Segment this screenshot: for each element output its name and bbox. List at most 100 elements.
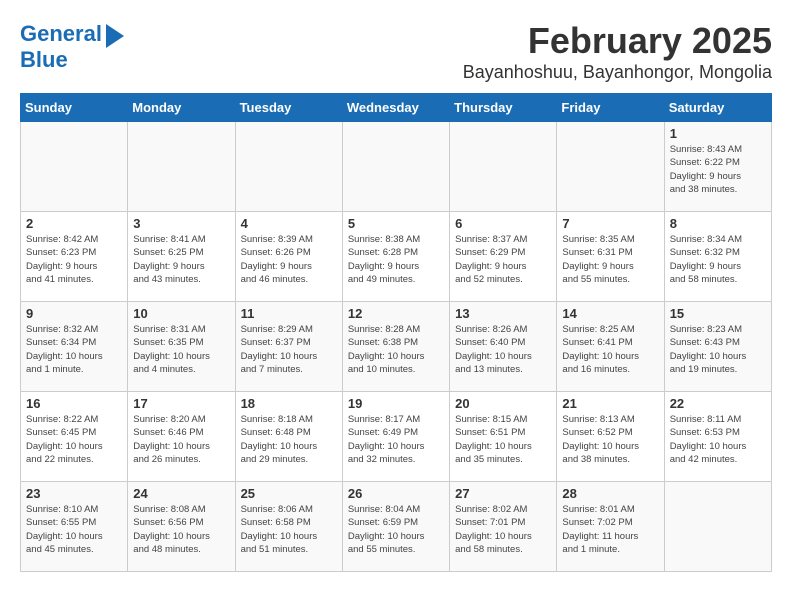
- day-number: 13: [455, 306, 551, 321]
- day-number: 21: [562, 396, 658, 411]
- day-number: 24: [133, 486, 229, 501]
- day-number: 20: [455, 396, 551, 411]
- calendar-cell: 9Sunrise: 8:32 AM Sunset: 6:34 PM Daylig…: [21, 302, 128, 392]
- weekday-header-wednesday: Wednesday: [342, 94, 449, 122]
- day-number: 25: [241, 486, 337, 501]
- location-title: Bayanhoshuu, Bayanhongor, Mongolia: [463, 62, 772, 83]
- day-number: 11: [241, 306, 337, 321]
- calendar-cell: 26Sunrise: 8:04 AM Sunset: 6:59 PM Dayli…: [342, 482, 449, 572]
- day-info: Sunrise: 8:31 AM Sunset: 6:35 PM Dayligh…: [133, 323, 229, 376]
- weekday-header-sunday: Sunday: [21, 94, 128, 122]
- calendar-cell: 13 Sunrise: 8:26 AM Sunset: 6:40 PM Dayli…: [450, 302, 557, 392]
- calendar-cell: 7 Sunrise: 8:35 AM Sunset: 6:31 PM Daylig…: [557, 212, 664, 302]
- day-number: 17: [133, 396, 229, 411]
- weekday-header-saturday: Saturday: [664, 94, 771, 122]
- calendar-cell: 27 Sunrise: 8:02 AM Sunset: 7:01 PM Dayli…: [450, 482, 557, 572]
- logo: General Blue: [20, 20, 124, 72]
- calendar-cell: 14 Sunrise: 8:25 AM Sunset: 6:41 PM Dayli…: [557, 302, 664, 392]
- day-number: 22: [670, 396, 766, 411]
- day-info: Sunrise: 8:34 AM Sunset: 6:32 PM Dayligh…: [670, 233, 766, 286]
- month-title: February 2025: [463, 20, 772, 62]
- day-info: Sunrise: 8:28 AM Sunset: 6:38 PM Dayligh…: [348, 323, 444, 376]
- calendar-week-4: 16 Sunrise: 8:22 AM Sunset: 6:45 PM Dayli…: [21, 392, 772, 482]
- day-number: 8: [670, 216, 766, 231]
- logo-arrow-icon: [106, 24, 124, 48]
- day-info: Sunrise: 8:41 AM Sunset: 6:25 PM Dayligh…: [133, 233, 229, 286]
- calendar-cell: 19 Sunrise: 8:17 AM Sunset: 6:49 PM Dayli…: [342, 392, 449, 482]
- weekday-header-thursday: Thursday: [450, 94, 557, 122]
- day-info: Sunrise: 8:38 AM Sunset: 6:28 PM Dayligh…: [348, 233, 444, 286]
- calendar-cell: [235, 122, 342, 212]
- calendar-cell: [450, 122, 557, 212]
- day-info: Sunrise: 8:08 AM Sunset: 6:56 PM Dayligh…: [133, 503, 229, 556]
- calendar-cell: 4Sunrise: 8:39 AM Sunset: 6:26 PM Daylig…: [235, 212, 342, 302]
- calendar-week-2: 2 Sunrise: 8:42 AM Sunset: 6:23 PM Daylig…: [21, 212, 772, 302]
- calendar-cell: [664, 482, 771, 572]
- day-number: 26: [348, 486, 444, 501]
- calendar-cell: [557, 122, 664, 212]
- logo-blue: Blue: [20, 48, 68, 72]
- day-info: Sunrise: 8:10 AM Sunset: 6:55 PM Dayligh…: [26, 503, 122, 556]
- day-number: 15: [670, 306, 766, 321]
- calendar-cell: 3 Sunrise: 8:41 AM Sunset: 6:25 PM Daylig…: [128, 212, 235, 302]
- calendar-cell: 16 Sunrise: 8:22 AM Sunset: 6:45 PM Dayli…: [21, 392, 128, 482]
- day-number: 2: [26, 216, 122, 231]
- day-number: 27: [455, 486, 551, 501]
- day-info: Sunrise: 8:20 AM Sunset: 6:46 PM Dayligh…: [133, 413, 229, 466]
- calendar-cell: [342, 122, 449, 212]
- day-info: Sunrise: 8:02 AM Sunset: 7:01 PM Dayligh…: [455, 503, 551, 556]
- page-header: General Blue February 2025 Bayanhoshuu, …: [20, 20, 772, 83]
- day-number: 1: [670, 126, 766, 141]
- day-number: 6: [455, 216, 551, 231]
- day-number: 9: [26, 306, 122, 321]
- day-number: 19: [348, 396, 444, 411]
- calendar-cell: [21, 122, 128, 212]
- day-info: Sunrise: 8:18 AM Sunset: 6:48 PM Dayligh…: [241, 413, 337, 466]
- calendar-cell: 28Sunrise: 8:01 AM Sunset: 7:02 PM Dayli…: [557, 482, 664, 572]
- calendar-header: SundayMondayTuesdayWednesdayThursdayFrid…: [21, 94, 772, 122]
- day-info: Sunrise: 8:39 AM Sunset: 6:26 PM Dayligh…: [241, 233, 337, 286]
- calendar-week-5: 23 Sunrise: 8:10 AM Sunset: 6:55 PM Dayli…: [21, 482, 772, 572]
- calendar-cell: 8 Sunrise: 8:34 AM Sunset: 6:32 PM Daylig…: [664, 212, 771, 302]
- day-info: Sunrise: 8:42 AM Sunset: 6:23 PM Dayligh…: [26, 233, 122, 286]
- calendar-cell: 25 Sunrise: 8:06 AM Sunset: 6:58 PM Dayli…: [235, 482, 342, 572]
- day-info: Sunrise: 8:17 AM Sunset: 6:49 PM Dayligh…: [348, 413, 444, 466]
- day-info: Sunrise: 8:11 AM Sunset: 6:53 PM Dayligh…: [670, 413, 766, 466]
- calendar-cell: [128, 122, 235, 212]
- day-number: 14: [562, 306, 658, 321]
- weekday-header-tuesday: Tuesday: [235, 94, 342, 122]
- day-info: Sunrise: 8:26 AM Sunset: 6:40 PM Dayligh…: [455, 323, 551, 376]
- calendar-week-3: 9Sunrise: 8:32 AM Sunset: 6:34 PM Daylig…: [21, 302, 772, 392]
- day-number: 5: [348, 216, 444, 231]
- weekday-header-friday: Friday: [557, 94, 664, 122]
- day-info: Sunrise: 8:25 AM Sunset: 6:41 PM Dayligh…: [562, 323, 658, 376]
- day-info: Sunrise: 8:43 AM Sunset: 6:22 PM Dayligh…: [670, 143, 766, 196]
- day-info: Sunrise: 8:37 AM Sunset: 6:29 PM Dayligh…: [455, 233, 551, 286]
- calendar-cell: 23 Sunrise: 8:10 AM Sunset: 6:55 PM Dayli…: [21, 482, 128, 572]
- weekday-header-monday: Monday: [128, 94, 235, 122]
- calendar-cell: 1 Sunrise: 8:43 AM Sunset: 6:22 PM Daylig…: [664, 122, 771, 212]
- calendar-body: 1 Sunrise: 8:43 AM Sunset: 6:22 PM Daylig…: [21, 122, 772, 572]
- day-info: Sunrise: 8:22 AM Sunset: 6:45 PM Dayligh…: [26, 413, 122, 466]
- day-number: 16: [26, 396, 122, 411]
- day-number: 7: [562, 216, 658, 231]
- day-info: Sunrise: 8:15 AM Sunset: 6:51 PM Dayligh…: [455, 413, 551, 466]
- calendar-cell: 24 Sunrise: 8:08 AM Sunset: 6:56 PM Dayli…: [128, 482, 235, 572]
- calendar-week-1: 1 Sunrise: 8:43 AM Sunset: 6:22 PM Daylig…: [21, 122, 772, 212]
- day-info: Sunrise: 8:23 AM Sunset: 6:43 PM Dayligh…: [670, 323, 766, 376]
- day-info: Sunrise: 8:13 AM Sunset: 6:52 PM Dayligh…: [562, 413, 658, 466]
- calendar-cell: 11 Sunrise: 8:29 AM Sunset: 6:37 PM Dayli…: [235, 302, 342, 392]
- calendar-cell: 10 Sunrise: 8:31 AM Sunset: 6:35 PM Dayli…: [128, 302, 235, 392]
- calendar-cell: 20 Sunrise: 8:15 AM Sunset: 6:51 PM Dayli…: [450, 392, 557, 482]
- calendar-cell: 22 Sunrise: 8:11 AM Sunset: 6:53 PM Dayli…: [664, 392, 771, 482]
- day-number: 23: [26, 486, 122, 501]
- day-number: 10: [133, 306, 229, 321]
- day-number: 3: [133, 216, 229, 231]
- logo-text: General: [20, 22, 102, 46]
- calendar-cell: 17 Sunrise: 8:20 AM Sunset: 6:46 PM Dayli…: [128, 392, 235, 482]
- weekday-header-row: SundayMondayTuesdayWednesdayThursdayFrid…: [21, 94, 772, 122]
- calendar-cell: 2 Sunrise: 8:42 AM Sunset: 6:23 PM Daylig…: [21, 212, 128, 302]
- day-info: Sunrise: 8:06 AM Sunset: 6:58 PM Dayligh…: [241, 503, 337, 556]
- day-info: Sunrise: 8:29 AM Sunset: 6:37 PM Dayligh…: [241, 323, 337, 376]
- day-info: Sunrise: 8:35 AM Sunset: 6:31 PM Dayligh…: [562, 233, 658, 286]
